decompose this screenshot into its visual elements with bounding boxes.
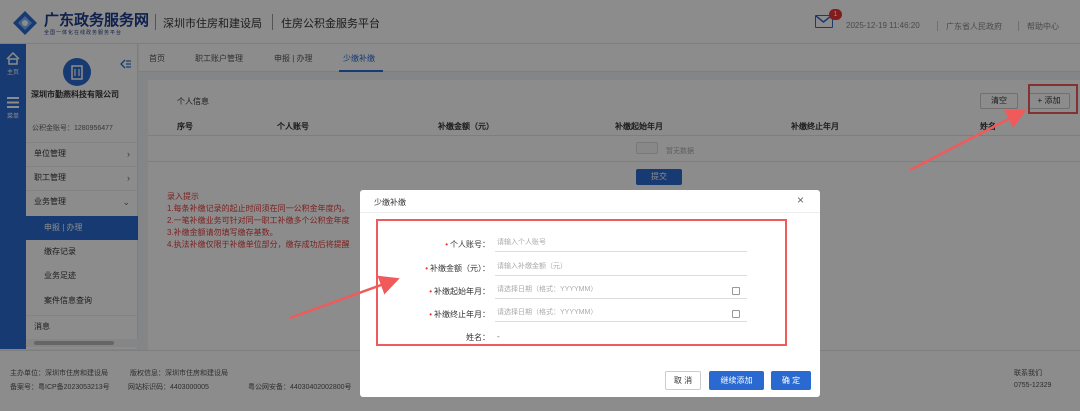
- calendar-icon[interactable]: [732, 287, 740, 295]
- field-label-text: 补缴起始年月: [434, 287, 482, 296]
- amount-input[interactable]: 请输入补缴金额（元）: [495, 258, 747, 276]
- start-month-picker[interactable]: 请选择日期（格式：YYYYMM）: [495, 281, 747, 299]
- calendar-icon[interactable]: [732, 310, 740, 318]
- field-label-start-month: • 补缴起始年月：: [429, 287, 490, 296]
- field-label-name: 姓名：: [466, 333, 490, 342]
- confirm-button[interactable]: 确 定: [771, 371, 811, 390]
- supplement-dialog: 少缴补缴 × • 个人账号： 请输入个人账号 • 补缴金额（元）： 请输入补缴金额（…: [360, 190, 820, 397]
- divider: [360, 212, 820, 213]
- close-icon[interactable]: ×: [797, 193, 804, 207]
- field-label-amount: • 补缴金额（元）：: [425, 264, 490, 273]
- field-label-text: 个人账号: [450, 240, 482, 249]
- end-month-picker[interactable]: 请选择日期（格式：YYYYMM）: [495, 304, 747, 322]
- dialog-title: 少缴补缴: [374, 198, 406, 207]
- continue-add-button[interactable]: 继续添加: [709, 371, 764, 390]
- name-value: -: [497, 332, 500, 341]
- field-label-end-month: • 补缴终止年月：: [429, 310, 490, 319]
- field-label-account: • 个人账号：: [445, 240, 490, 249]
- cancel-button[interactable]: 取 消: [665, 371, 701, 390]
- field-label-text: 补缴金额（元）: [430, 264, 482, 273]
- account-input[interactable]: 请输入个人账号: [495, 234, 747, 252]
- field-label-text: 补缴终止年月: [434, 310, 482, 319]
